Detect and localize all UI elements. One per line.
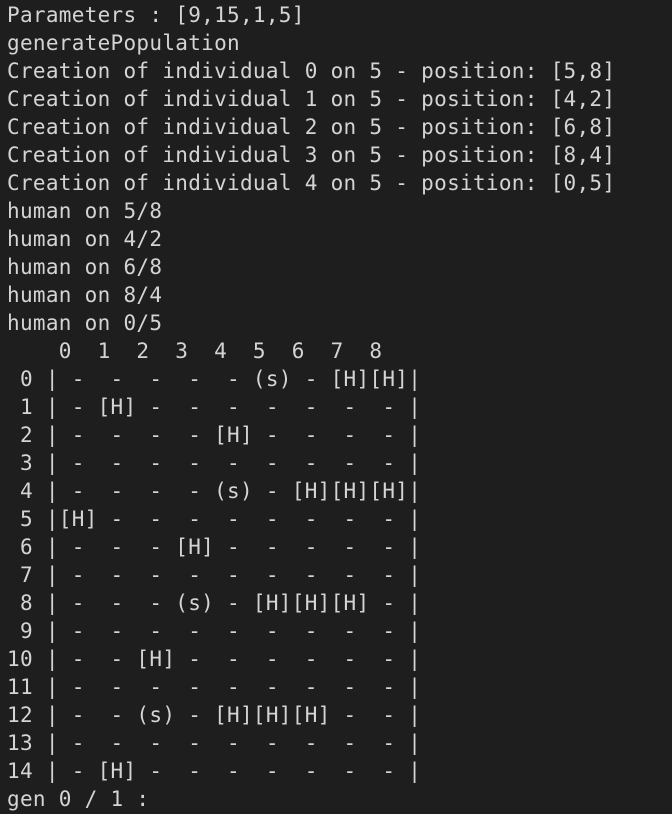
human-position-line: human on 4/2: [7, 227, 163, 251]
grid-row: 0 | - - - - - (s) - [H][H]|: [7, 367, 422, 391]
grid-row: 6 | - - - [H] - - - - - |: [7, 535, 422, 559]
grid-row: 5 |[H] - - - - - - - - |: [7, 507, 422, 531]
grid-column-header: 0 1 2 3 4 5 6 7 8: [7, 339, 383, 363]
parameters-line: Parameters : [9,15,1,5]: [7, 3, 305, 27]
grid-row: 10 | - - [H] - - - - - - |: [7, 647, 422, 671]
grid-row: 13 | - - - - - - - - - |: [7, 731, 422, 755]
grid-row: 8 | - - - (s) - [H][H][H] - |: [7, 591, 422, 615]
grid-row: 14 | - [H] - - - - - - - |: [7, 759, 422, 783]
grid-row: 11 | - - - - - - - - - |: [7, 675, 422, 699]
generation-prompt-line: gen 0 / 1 :: [7, 787, 150, 811]
grid-row: 9 | - - - - - - - - - |: [7, 619, 422, 643]
creation-line: Creation of individual 1 on 5 - position…: [7, 87, 616, 111]
generate-population-line: generatePopulation: [7, 31, 240, 55]
human-position-line: human on 6/8: [7, 255, 163, 279]
grid-row: 1 | - [H] - - - - - - - |: [7, 395, 422, 419]
grid-row: 3 | - - - - - - - - - |: [7, 451, 422, 475]
terminal-output: Parameters : [9,15,1,5] generatePopulati…: [7, 1, 615, 813]
human-position-line: human on 0/5: [7, 311, 163, 335]
grid-row: 2 | - - - - [H] - - - - |: [7, 423, 422, 447]
creation-line: Creation of individual 4 on 5 - position…: [7, 171, 616, 195]
creation-line: Creation of individual 0 on 5 - position…: [7, 59, 616, 83]
human-position-line: human on 8/4: [7, 283, 163, 307]
creation-line: Creation of individual 2 on 5 - position…: [7, 115, 616, 139]
human-position-line: human on 5/8: [7, 199, 163, 223]
grid-row: 4 | - - - - (s) - [H][H][H]|: [7, 479, 422, 503]
grid-row: 12 | - - (s) - [H][H][H] - - |: [7, 703, 422, 727]
creation-line: Creation of individual 3 on 5 - position…: [7, 143, 616, 167]
grid-row: 7 | - - - - - - - - - |: [7, 563, 422, 587]
terminal-window[interactable]: Parameters : [9,15,1,5] generatePopulati…: [0, 0, 672, 814]
